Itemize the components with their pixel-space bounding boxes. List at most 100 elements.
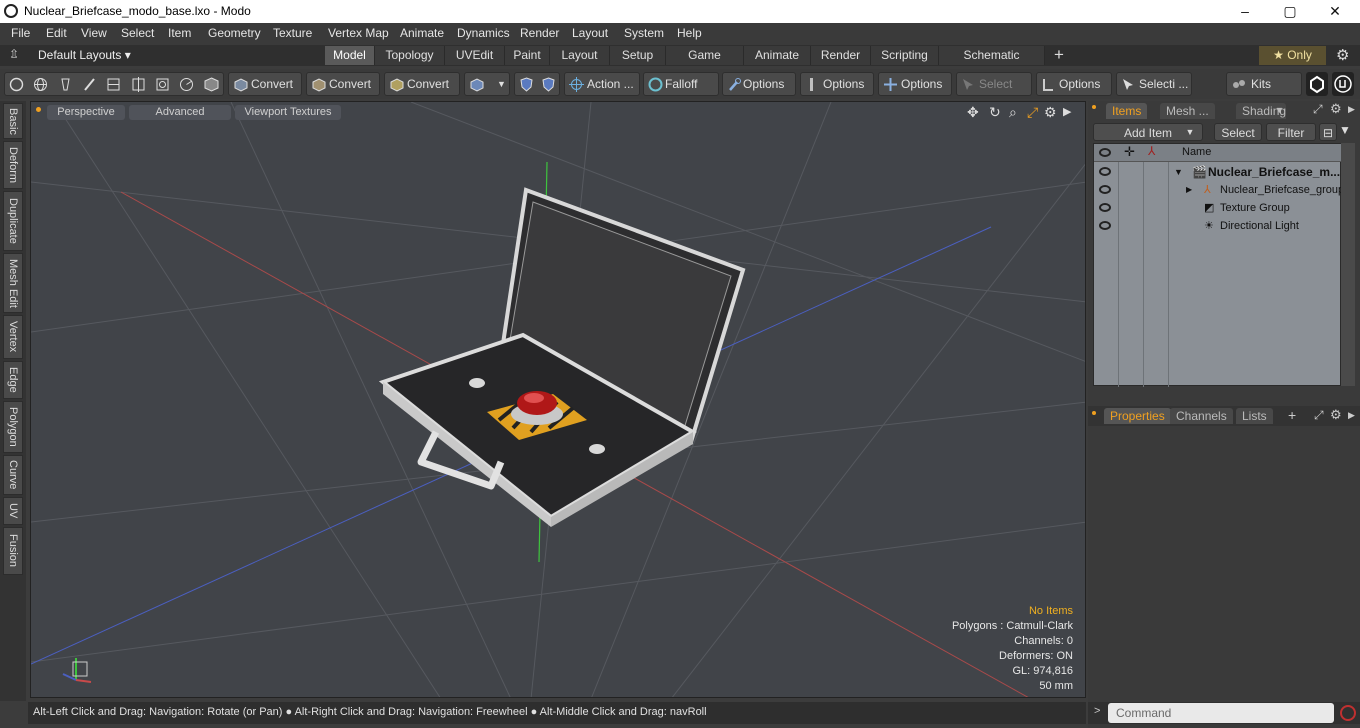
brush-icon[interactable] (82, 77, 97, 92)
tab-setup[interactable]: Setup (610, 46, 666, 65)
convert-button-1[interactable]: Convert (228, 72, 302, 96)
menu-texture[interactable]: Texture (273, 26, 312, 40)
visibility-eye-icon[interactable] (1099, 203, 1111, 212)
add-properties-tab-button[interactable]: + (1288, 407, 1296, 423)
viewport-options-arrow-icon[interactable]: ▶ (1063, 105, 1071, 118)
menu-view[interactable]: View (81, 26, 107, 40)
3d-viewport[interactable]: Perspective Advanced Viewport Textures ✥… (30, 101, 1086, 698)
tab-layout[interactable]: Layout (550, 46, 610, 65)
item-list-scrollbar[interactable] (1341, 143, 1355, 386)
polygons-mode-icon[interactable] (131, 77, 146, 92)
viewport-textures-button[interactable]: Viewport Textures (235, 105, 341, 120)
convert-button-2[interactable]: Convert (306, 72, 380, 96)
move-view-icon[interactable]: ✥ (967, 104, 979, 121)
panel-arrow-icon[interactable]: ▶ (1348, 410, 1355, 421)
tab-model[interactable]: Model (325, 46, 375, 65)
name-column-header[interactable]: Name (1182, 146, 1211, 158)
perspective-view-button[interactable]: Perspective (47, 105, 125, 120)
menu-system[interactable]: System (624, 26, 664, 40)
tab-edge[interactable]: Edge (3, 361, 23, 399)
menu-dynamics[interactable]: Dynamics (457, 26, 510, 40)
symmetry-options-button[interactable]: Options (1036, 72, 1112, 96)
convert-button-3[interactable]: Convert (384, 72, 460, 96)
tab-mesh[interactable]: Mesh ... (1160, 103, 1215, 119)
visibility-eye-icon[interactable] (1099, 221, 1111, 230)
tab-scripting[interactable]: Scripting (871, 46, 939, 65)
workplane-options-button[interactable]: Options (878, 72, 952, 96)
properties-panel-dot[interactable] (1092, 411, 1096, 415)
item-mode-icon[interactable] (155, 77, 170, 92)
tab-topology[interactable]: Topology (375, 46, 445, 65)
item-row-scene[interactable]: ▼ 🎬 Nuclear_Briefcase_m... (1094, 163, 1342, 181)
menu-layout[interactable]: Layout (572, 26, 608, 40)
tab-deform[interactable]: Deform (3, 141, 23, 189)
close-button[interactable]: ✕ (1312, 0, 1358, 23)
pivot-mode-icon[interactable] (204, 77, 219, 92)
tab-uv[interactable]: UV (3, 497, 23, 525)
collapse-icon[interactable]: ⊟ (1319, 123, 1337, 141)
item-row-group[interactable]: ▶ ⅄ Nuclear_Briefcase_group (1094, 181, 1344, 199)
panel-gear-icon[interactable]: ⚙ (1330, 101, 1342, 117)
tab-channels[interactable]: Channels (1170, 408, 1233, 424)
materials-mode-icon[interactable] (179, 77, 194, 92)
edges-mode-icon[interactable] (106, 77, 121, 92)
menu-render[interactable]: Render (520, 26, 559, 40)
snapping-options-button[interactable]: Options (800, 72, 874, 96)
default-layouts-dropdown[interactable]: Default Layouts ▾ (38, 48, 131, 62)
menu-item[interactable]: Item (168, 26, 191, 40)
minimize-button[interactable]: ‒ (1222, 0, 1268, 23)
tab-lists[interactable]: Lists (1236, 408, 1273, 424)
filter-funnel-icon[interactable]: ▼ (1339, 123, 1355, 141)
command-arrow-icon[interactable]: > (1094, 705, 1100, 717)
tab-game-tools[interactable]: Game Tools (666, 46, 744, 81)
maximize-view-icon[interactable]: ⤢ (1027, 104, 1038, 121)
falloff-button[interactable]: Falloff (643, 72, 719, 96)
unity-icon[interactable] (1306, 72, 1328, 96)
tab-render[interactable]: Render (811, 46, 871, 65)
panel-arrow-icon[interactable]: ▶ (1348, 104, 1355, 115)
add-item-chevron-icon[interactable]: ▼ (1181, 123, 1199, 141)
zoom-view-icon[interactable]: ⌕ (1009, 104, 1017, 121)
primitive-dropdown[interactable]: ▼ (464, 72, 510, 96)
action-center-button[interactable]: Action ... (564, 72, 640, 96)
record-icon[interactable] (1340, 705, 1356, 721)
shield-snap-icon[interactable] (519, 77, 534, 92)
selection-sets-button[interactable]: Selecti ... (1116, 72, 1192, 96)
menu-edit[interactable]: Edit (46, 26, 67, 40)
tab-duplicate[interactable]: Duplicate (3, 191, 23, 251)
tab-schematic-fusion[interactable]: Schematic Fusion (939, 46, 1045, 81)
viewport-menu-dot[interactable] (36, 107, 41, 112)
menu-file[interactable]: File (11, 26, 30, 40)
viewport-gear-icon[interactable]: ⚙ (1044, 104, 1057, 121)
tab-curve[interactable]: Curve (3, 455, 23, 495)
only-toggle[interactable]: ★ Only (1259, 46, 1326, 65)
tab-uvedit[interactable]: UVEdit (445, 46, 505, 65)
menu-animate[interactable]: Animate (400, 26, 444, 40)
visibility-header-eye-icon[interactable] (1099, 148, 1111, 157)
add-tab-button[interactable]: + (1054, 45, 1064, 65)
tab-paint[interactable]: Paint (505, 46, 550, 65)
shield-symmetry-icon[interactable] (541, 77, 556, 92)
tab-animate[interactable]: Animate (744, 46, 811, 65)
item-row-directional-light[interactable]: ☀ Directional Light (1094, 217, 1342, 235)
filter-button[interactable]: Filter (1266, 123, 1316, 141)
tab-mesh-edit[interactable]: Mesh Edit (3, 253, 23, 313)
tab-vertex[interactable]: Vertex (3, 315, 23, 359)
pen-icon[interactable] (58, 77, 73, 92)
tab-items[interactable]: Items (1106, 103, 1148, 119)
lock-header-icon[interactable]: ✛ (1124, 144, 1135, 160)
globe-icon[interactable] (33, 77, 48, 92)
expand-arrow-icon[interactable]: ▼ (1174, 163, 1183, 181)
select-button[interactable]: Select (1214, 123, 1262, 141)
visibility-eye-icon[interactable] (1099, 167, 1111, 176)
panel-expand-icon[interactable]: ⤢ (1314, 408, 1324, 423)
rotate-view-icon[interactable]: ↻ (989, 104, 1001, 121)
panel-gear-icon[interactable]: ⚙ (1330, 407, 1342, 423)
kits-button[interactable]: Kits (1226, 72, 1302, 96)
tab-fusion[interactable]: Fusion (3, 527, 23, 575)
menu-help[interactable]: Help (677, 26, 702, 40)
items-panel-dot[interactable] (1092, 105, 1096, 109)
menu-geometry[interactable]: Geometry (208, 26, 261, 40)
advanced-shading-button[interactable]: Advanced (129, 105, 231, 120)
falloff-options-button[interactable]: Options (722, 72, 796, 96)
